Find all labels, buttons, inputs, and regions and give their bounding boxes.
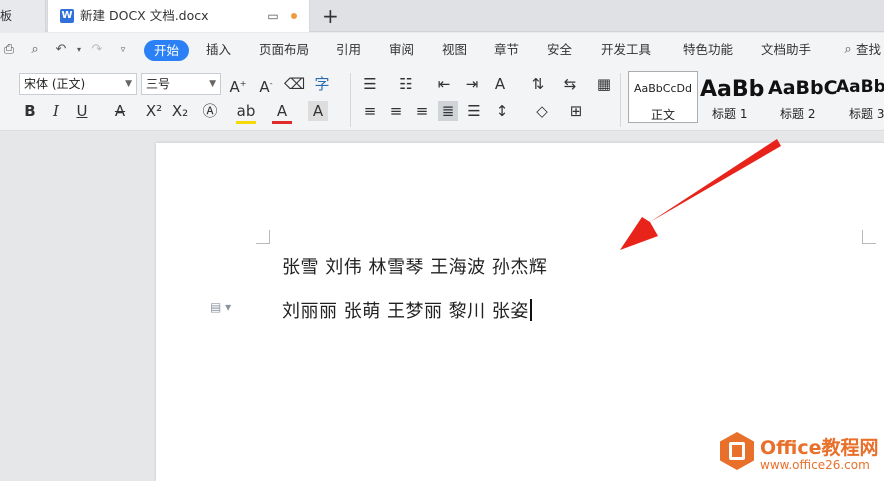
annotation-arrow	[620, 139, 781, 250]
annotation-arrow-shape	[620, 139, 781, 250]
office-logo-icon	[720, 432, 754, 470]
watermark: Office教程网 www.office26.com	[720, 430, 884, 480]
watermark-brand: Office教程网	[760, 437, 879, 459]
watermark-url: www.office26.com	[760, 458, 870, 472]
